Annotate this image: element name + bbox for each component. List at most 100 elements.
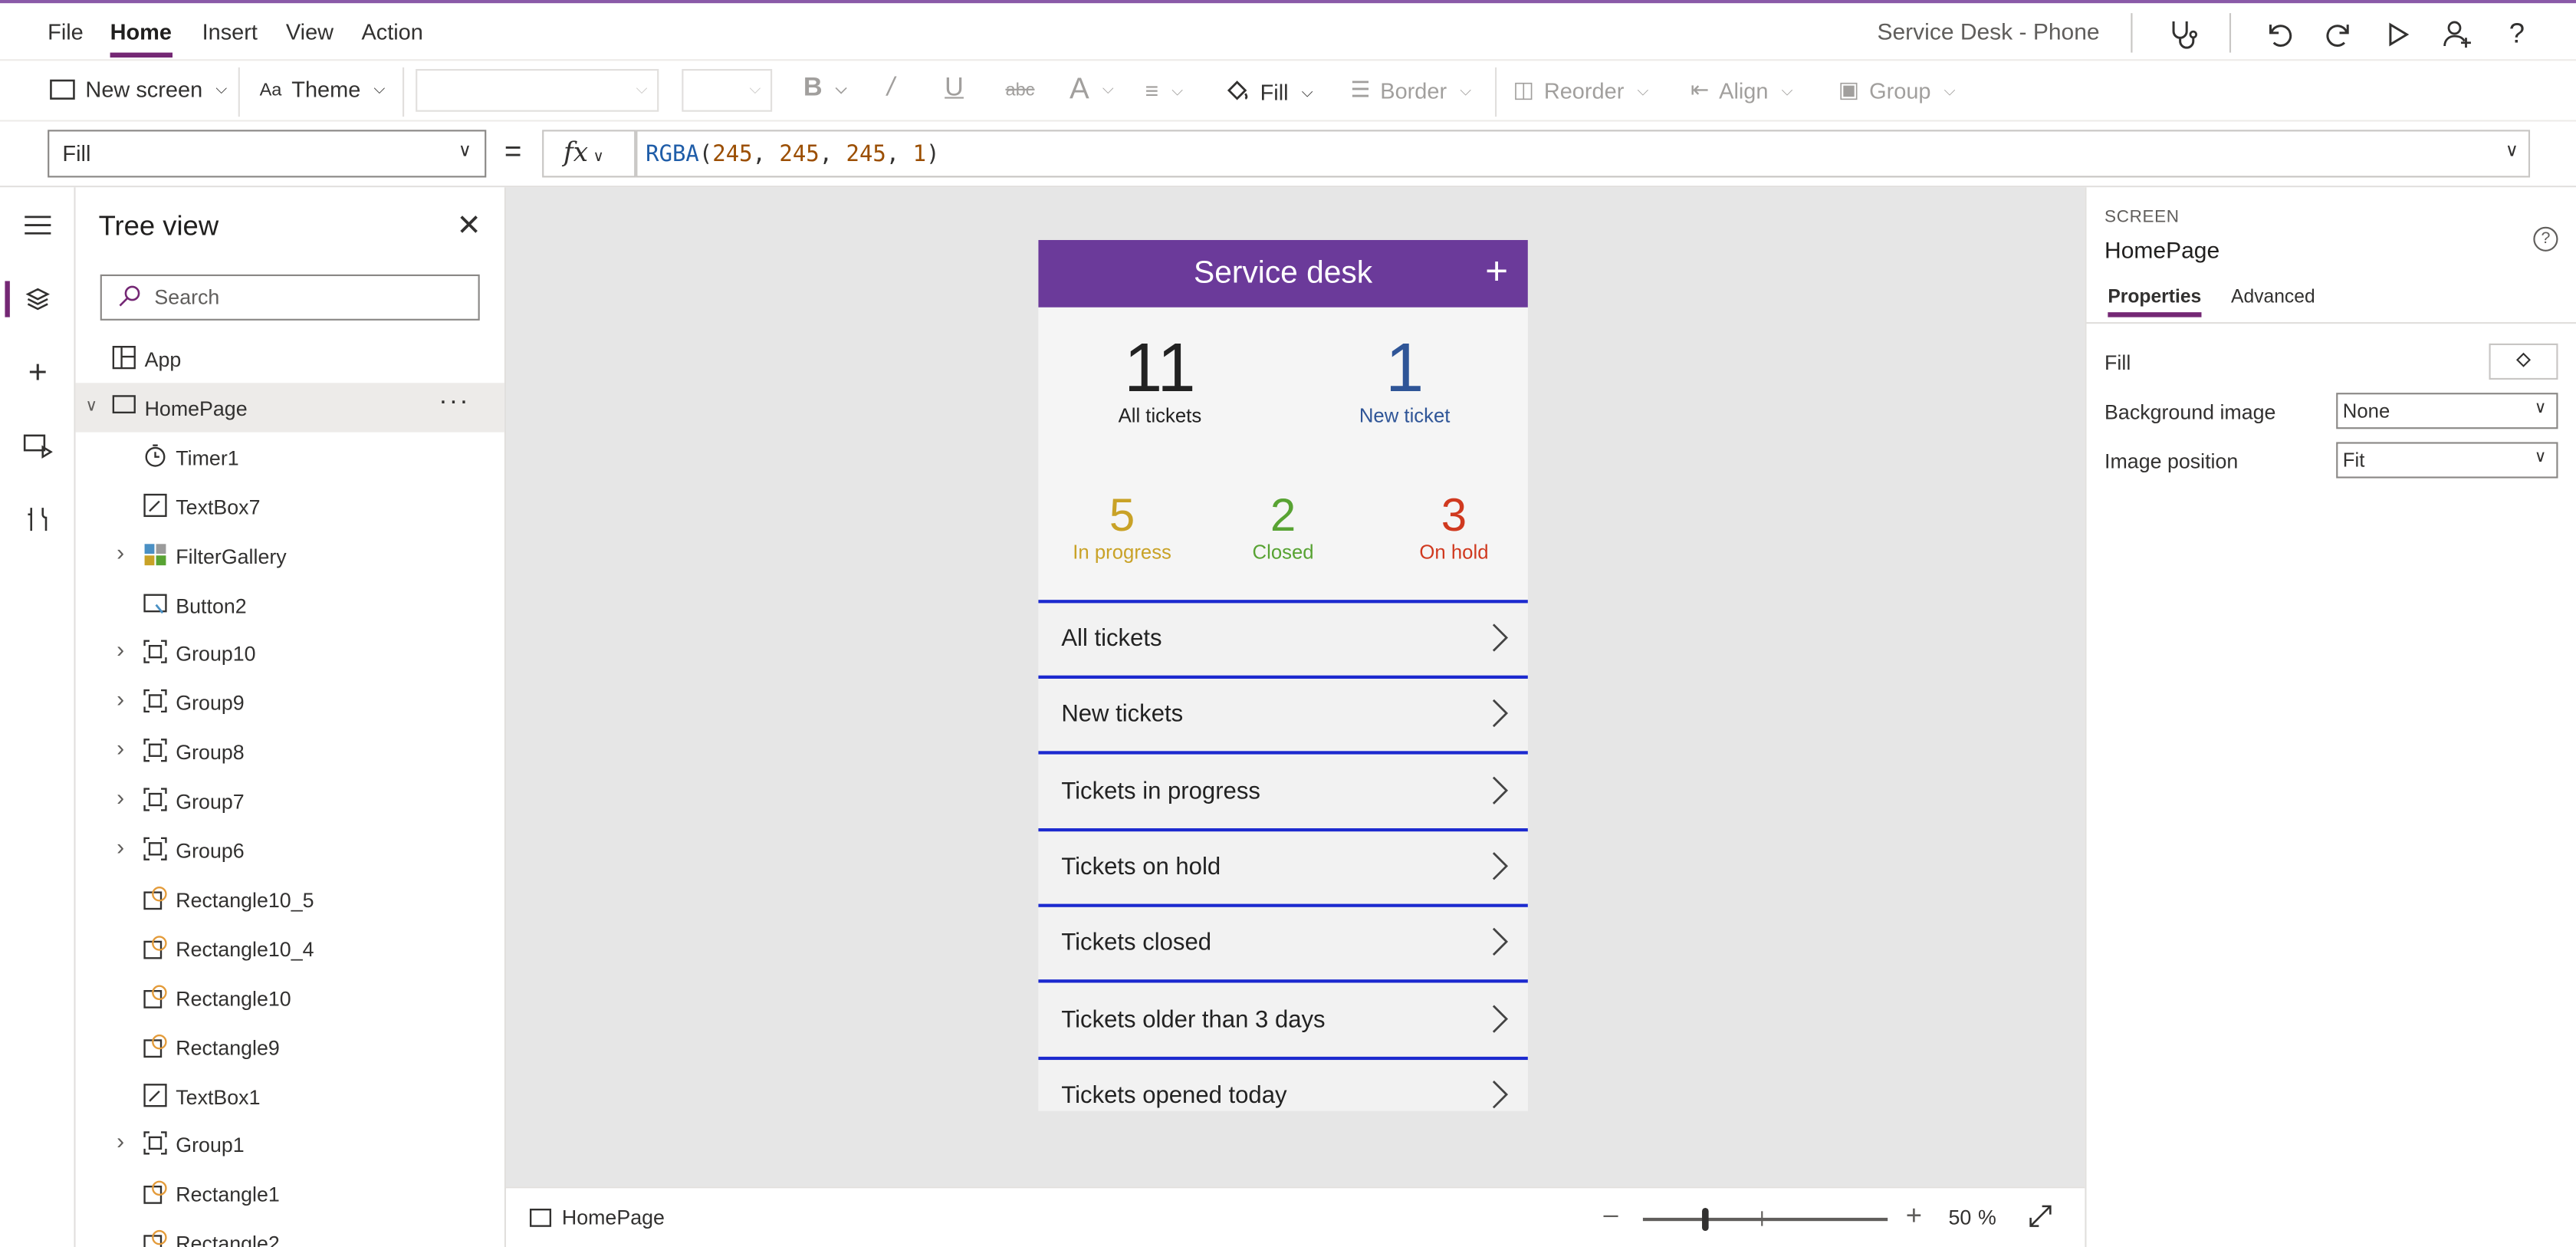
zoom-slider-thumb[interactable]	[1702, 1208, 1709, 1232]
align-button[interactable]: ⇤ Align ⌵	[1691, 77, 1792, 104]
fit-to-window-icon[interactable]	[2027, 1203, 2053, 1238]
tree-item-label: Rectangle10	[176, 987, 291, 1011]
ticket-list-item[interactable]: All tickets	[1038, 603, 1528, 679]
tree-item-filtergallery[interactable]: › FilterGallery	[76, 530, 504, 579]
phone-screen-preview[interactable]: Service desk + 11 All tickets 1 New ticket 5…	[1038, 239, 1528, 1111]
formula-input[interactable]: RGBA(245, 245, 245, 1) ∨	[636, 130, 2531, 178]
close-icon[interactable]: ✕	[457, 209, 481, 243]
insert-plus-icon[interactable]: +	[16, 352, 59, 395]
tree-item-rectangle1[interactable]: Rectangle1	[76, 1169, 504, 1218]
zoom-slider-track[interactable]	[1642, 1217, 1888, 1222]
ticket-list-item-label: Tickets in progress	[1061, 778, 1260, 805]
tree-item-group10[interactable]: › Group10	[76, 628, 504, 677]
chevron-right-icon[interactable]: ›	[117, 1128, 124, 1154]
tab-properties[interactable]: Properties	[2108, 288, 2201, 318]
border-button[interactable]: ☰ Border ⌵	[1350, 77, 1470, 104]
menu-action[interactable]: Action	[361, 20, 422, 44]
app-checker-icon[interactable]	[2160, 13, 2203, 56]
menu-view[interactable]: View	[286, 20, 334, 44]
theme-button[interactable]: Aa Theme ⌵	[260, 77, 386, 102]
text-input-icon	[143, 1082, 169, 1108]
tree-item-label: TextBox7	[176, 495, 261, 519]
share-user-icon[interactable]	[2436, 13, 2479, 56]
chevron-down-icon[interactable]: ∨	[85, 397, 97, 416]
underline-button[interactable]: U	[945, 74, 964, 104]
more-options-icon[interactable]: ···	[439, 387, 470, 417]
tree-item-rectangle10[interactable]: Rectangle10	[76, 972, 504, 1022]
tree-item-group9[interactable]: › Group9	[76, 678, 504, 727]
menu-home[interactable]: Home	[110, 20, 172, 58]
function-picker-button[interactable]: fx ∨	[542, 130, 636, 178]
add-ticket-plus-icon[interactable]: +	[1485, 250, 1508, 296]
text-align-button[interactable]: ≡ ⌵	[1145, 77, 1183, 104]
strikethrough-button[interactable]: abc	[1005, 81, 1034, 100]
group-button[interactable]: ▣ Group ⌵	[1838, 77, 1955, 104]
ticket-list-item[interactable]: New tickets	[1038, 679, 1528, 755]
tree-item-timer1[interactable]: Timer1	[76, 432, 504, 481]
tree-item-textbox1[interactable]: TextBox1	[76, 1071, 504, 1120]
background-image-dropdown[interactable]: None ∨	[2336, 393, 2558, 429]
tree-item-rectangle10_4[interactable]: Rectangle10_4	[76, 923, 504, 972]
menu-bar: File Home Insert View Action Service Des…	[0, 3, 2576, 60]
redo-icon[interactable]	[2318, 13, 2361, 56]
chevron-right-icon[interactable]: ›	[117, 686, 124, 712]
tree-item-group6[interactable]: › Group6	[76, 825, 504, 874]
tree-item-rectangle9[interactable]: Rectangle9	[76, 1022, 504, 1071]
tree-item-textbox7[interactable]: TextBox7	[76, 481, 504, 530]
chevron-right-icon[interactable]: ›	[117, 735, 124, 761]
tree-item-rectangle2[interactable]: Rectangle2	[76, 1218, 504, 1247]
font-size-dropdown[interactable]: ⌵	[682, 69, 773, 112]
undo-icon[interactable]	[2257, 13, 2300, 56]
expand-formula-icon[interactable]: ∨	[2505, 140, 2518, 161]
zoom-value[interactable]: 50	[1948, 1206, 1971, 1229]
fill-label: Fill	[1260, 81, 1289, 106]
reorder-button[interactable]: ◫ Reorder ⌵	[1513, 77, 1649, 104]
menu-file[interactable]: File	[48, 20, 84, 44]
hamburger-menu-icon[interactable]	[16, 204, 59, 247]
fill-color-picker[interactable]	[2489, 343, 2558, 380]
chevron-right-icon[interactable]: ›	[117, 637, 124, 663]
stat-on-hold[interactable]: 3 On hold	[1380, 491, 1528, 564]
property-dropdown[interactable]: Fill ∨	[48, 130, 487, 178]
menu-insert[interactable]: Insert	[202, 20, 258, 44]
ticket-list-item[interactable]: Tickets in progress	[1038, 755, 1528, 831]
ticket-list-item[interactable]: Tickets opened today	[1038, 1059, 1528, 1111]
font-color-button[interactable]: A ⌵	[1070, 72, 1114, 107]
stat-new-ticket[interactable]: 1 New ticket	[1322, 333, 1487, 427]
canvas-area[interactable]: Service desk + 11 All tickets 1 New ticket 5…	[506, 187, 2085, 1187]
reorder-label: Reorder	[1543, 77, 1625, 103]
play-icon[interactable]	[2377, 13, 2420, 56]
help-circle-icon[interactable]: ?	[2533, 226, 2558, 252]
zoom-in-icon[interactable]: +	[1906, 1199, 1922, 1232]
stat-closed[interactable]: 2 Closed	[1209, 491, 1357, 564]
ticket-list-item[interactable]: Tickets closed	[1038, 907, 1528, 983]
image-position-dropdown[interactable]: Fit ∨	[2336, 442, 2558, 479]
tree-item-homepage[interactable]: ∨ HomePage ···	[75, 383, 504, 433]
advanced-tools-icon[interactable]	[16, 498, 59, 541]
bold-button[interactable]: B ⌵	[803, 74, 847, 104]
tree-item-group1[interactable]: › Group1	[76, 1120, 504, 1169]
tree-search-input[interactable]: Search	[100, 274, 480, 321]
tab-advanced[interactable]: Advanced	[2231, 288, 2315, 308]
chevron-right-icon[interactable]: ›	[117, 833, 124, 859]
new-screen-button[interactable]: New screen ⌵	[49, 77, 227, 102]
tree-item-button2[interactable]: Button2	[76, 579, 504, 628]
ticket-list-item[interactable]: Tickets on hold	[1038, 831, 1528, 907]
ticket-list-item[interactable]: Tickets older than 3 days	[1038, 983, 1528, 1060]
tree-item-rectangle10_5[interactable]: Rectangle10_5	[76, 874, 504, 923]
tree-view-layers-icon[interactable]	[16, 278, 59, 321]
data-media-icon[interactable]	[16, 424, 59, 467]
stat-all-tickets[interactable]: 11 All tickets	[1078, 333, 1242, 427]
italic-button[interactable]: /	[887, 74, 895, 104]
font-family-dropdown[interactable]: ⌵	[416, 69, 659, 112]
help-icon[interactable]: ?	[2496, 13, 2538, 56]
stat-in-progress[interactable]: 5 In progress	[1048, 491, 1196, 564]
fill-button[interactable]: Fill ⌵	[1224, 77, 1313, 109]
chevron-right-icon[interactable]: ›	[117, 784, 124, 810]
tree-item-group7[interactable]: › Group7	[76, 776, 504, 825]
current-screen-indicator[interactable]: HomePage	[529, 1206, 665, 1229]
tree-item-group8[interactable]: › Group8	[76, 727, 504, 776]
chevron-right-icon[interactable]: ›	[117, 538, 124, 564]
tree-item-app[interactable]: App	[76, 334, 504, 383]
zoom-out-icon[interactable]: –	[1603, 1201, 1618, 1231]
